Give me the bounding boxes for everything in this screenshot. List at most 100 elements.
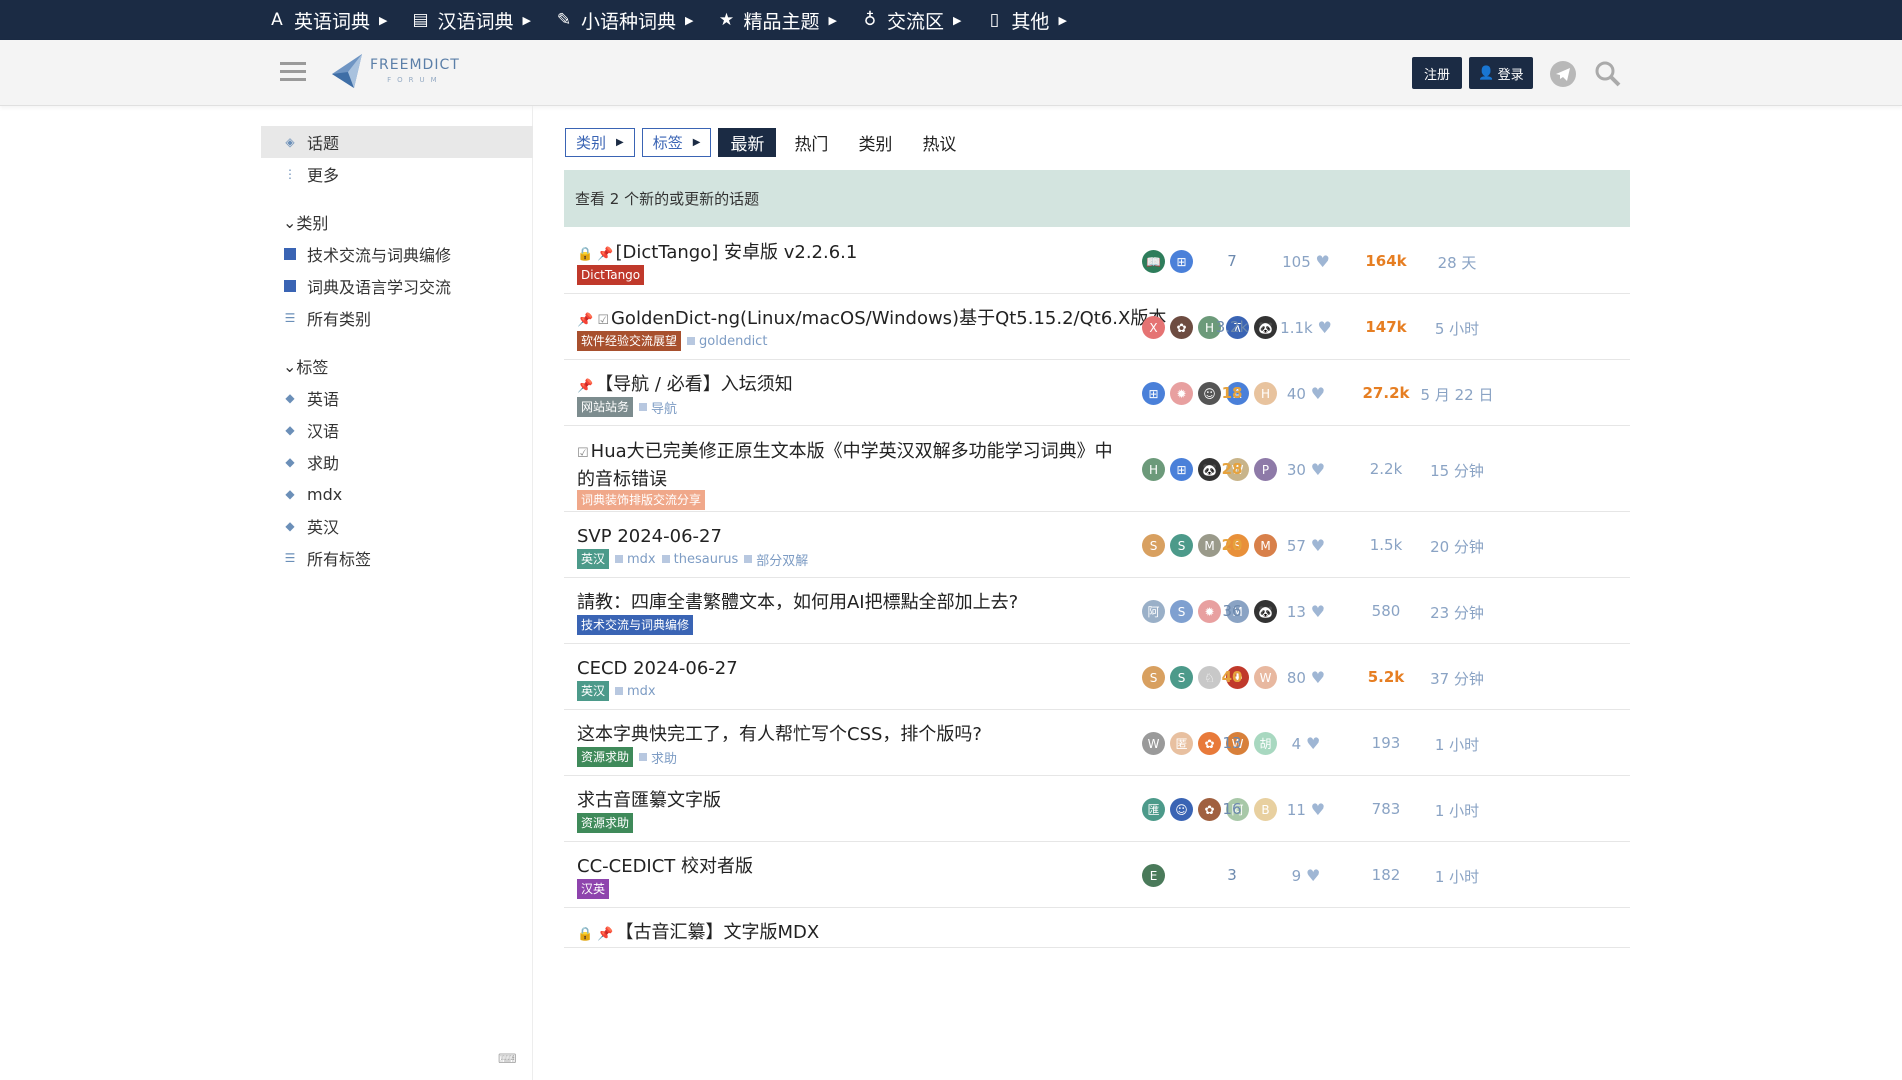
topic-title[interactable]: CC-CEDICT 校对者版 <box>577 854 753 880</box>
activity-time[interactable]: 5 月 22 日 <box>1407 384 1507 405</box>
category-badge[interactable]: 英汉 <box>577 681 610 701</box>
login-button[interactable]: 👤 登录 <box>1469 57 1533 89</box>
caret-right-icon: ▶ <box>952 13 962 27</box>
topic-title[interactable]: SVP 2024-06-27 <box>577 524 722 550</box>
new-topics-banner[interactable]: 查看 2 个新的或更新的话题 <box>564 170 1630 227</box>
tab-latest[interactable]: 最新 <box>718 127 777 157</box>
topic-tag[interactable]: 部分双解 <box>744 550 808 569</box>
topic-title[interactable]: 🔒 📌 【古音汇纂】文字版MDX <box>577 920 819 948</box>
avatar[interactable]: S <box>1142 534 1165 557</box>
activity-time[interactable]: 1 小时 <box>1407 734 1507 755</box>
keyboard-shortcuts-icon[interactable]: ⌨ <box>498 1052 517 1067</box>
tab-categories[interactable]: 类别 <box>846 128 904 157</box>
avatar[interactable]: ⊞ <box>1142 382 1165 405</box>
top-nav-item[interactable]: ♁ 交流区 ▶ <box>861 7 962 34</box>
sidebar-item-all-tags[interactable]: ☰ 所有标签 <box>261 542 533 574</box>
avatar[interactable]: W <box>1142 732 1165 755</box>
hamburger-menu-icon[interactable] <box>280 62 306 84</box>
topic-row[interactable]: SVP 2024-06-27 英汉 mdx thesaurus 部分双解 S S M S M 20 5… <box>564 512 1630 578</box>
category-badge[interactable]: 汉英 <box>577 879 610 899</box>
sidebar-item-tag[interactable]: ◆ 求助 <box>261 446 533 478</box>
avatar[interactable]: 阿 <box>1142 600 1165 623</box>
tag-icon: ◆ <box>285 391 295 405</box>
heart-icon: ♥ <box>1310 536 1326 555</box>
tab-hot[interactable]: 热门 <box>782 128 840 157</box>
category-badge[interactable]: DictTango <box>577 265 645 285</box>
top-nav-item[interactable]: ▯ 其他 ▶ <box>985 7 1067 34</box>
activity-time[interactable]: 5 小时 <box>1407 318 1507 339</box>
sidebar-item-category[interactable]: 词典及语言学习交流 <box>261 270 533 302</box>
topic-title[interactable]: 請教：四庫全書繁體文本，如何用AI把標點全部加上去? <box>577 590 1018 616</box>
tab-top[interactable]: 热议 <box>910 128 968 157</box>
telegram-icon[interactable] <box>1548 59 1578 89</box>
activity-time[interactable]: 20 分钟 <box>1407 536 1507 557</box>
sidebar-item-more[interactable]: ⋮ 更多 <box>261 158 533 190</box>
topic-tag[interactable]: mdx <box>615 552 656 567</box>
sidebar-item-tag[interactable]: ◆ mdx <box>261 478 533 510</box>
topic-title[interactable]: 📌 ☑ GoldenDict-ng(Linux/macOS/Windows)基于Q… <box>577 306 1166 334</box>
sidebar-item-tag[interactable]: ◆ 英语 <box>261 382 533 414</box>
topic-row[interactable]: 📌 【导航 / 必看】入坛须知 网站站务 导航 ⊞ ✹ ☺ A H 18 40 ♥ 27.2k 5 月 … <box>564 360 1630 426</box>
category-badge[interactable]: 英汉 <box>577 549 610 569</box>
topic-tag-label: goldendict <box>699 333 768 349</box>
topic-row[interactable]: 📌 ☑ GoldenDict-ng(Linux/macOS/Windows)基于Q… <box>564 294 1630 360</box>
category-badge[interactable]: 资源求助 <box>577 747 634 767</box>
avatar[interactable]: 匯 <box>1142 798 1165 821</box>
topic-tag[interactable]: 求助 <box>639 748 677 767</box>
sidebar-item-all-categories[interactable]: ☰ 所有类别 <box>261 302 533 334</box>
topic-tag[interactable]: goldendict <box>687 334 767 349</box>
category-badge[interactable]: 网站站务 <box>577 397 634 417</box>
topic-title[interactable]: CECD 2024-06-27 <box>577 656 738 682</box>
topic-tag[interactable]: 导航 <box>639 398 677 417</box>
user-icon: 👤 <box>1478 65 1495 81</box>
avatar[interactable]: X <box>1142 316 1165 339</box>
category-badge[interactable]: 软件经验交流展望 <box>577 331 682 351</box>
sidebar-item-tag[interactable]: ◆ 英汉 <box>261 510 533 542</box>
tags-dropdown[interactable]: 标签 ▶ <box>641 127 712 157</box>
sidebar-item-tag[interactable]: ◆ 汉语 <box>261 414 533 446</box>
topic-title-text: CECD 2024-06-27 <box>577 658 738 679</box>
topic-title[interactable]: 这本字典快完工了，有人帮忙写个CSS，排个版吗? <box>577 722 982 748</box>
sidebar-tags-header[interactable]: ⌄ 标签 <box>261 350 533 382</box>
topic-title[interactable]: 🔒 📌 [DictTango] 安卓版 v2.2.6.1 <box>577 240 857 268</box>
topic-row[interactable]: 🔒 📌 【古音汇纂】文字版MDX <box>564 908 1630 948</box>
activity-time[interactable]: 1 小时 <box>1407 866 1507 887</box>
category-badge[interactable]: 资源求助 <box>577 813 634 833</box>
topic-tag[interactable]: mdx <box>615 684 656 699</box>
letter-a-icon: A <box>271 10 283 30</box>
top-nav-item[interactable]: ★ 精品主题 ▶ <box>717 7 837 34</box>
activity-time[interactable]: 15 分钟 <box>1407 460 1507 481</box>
categories-dropdown[interactable]: 类别 ▶ <box>565 127 635 157</box>
sidebar-item-topics[interactable]: ◈ 话题 <box>261 126 533 158</box>
topic-row[interactable]: 🔒 📌 [DictTango] 安卓版 v2.2.6.1 DictTango 📖 ⊞ 7 1… <box>564 228 1630 294</box>
register-button[interactable]: 注册 <box>1412 57 1462 89</box>
category-badge[interactable]: 技术交流与词典编修 <box>577 615 694 635</box>
topic-row[interactable]: 这本字典快完工了，有人帮忙写个CSS，排个版吗? 资源求助 求助 W 匿 ✿ W 胡 13 4 ♥… <box>564 710 1630 776</box>
top-nav-item[interactable]: ▤ 汉语词典 ▶ <box>411 7 531 34</box>
activity-time[interactable]: 28 天 <box>1407 252 1507 273</box>
top-nav-item[interactable]: A 英语词典 ▶ <box>268 7 387 34</box>
activity-time[interactable]: 1 小时 <box>1407 800 1507 821</box>
avatar[interactable]: S <box>1142 666 1165 689</box>
topic-row[interactable]: 請教：四庫全書繁體文本，如何用AI把標點全部加上去? 技术交流与词典编修阿 S ✹ M 🐼… <box>564 578 1630 644</box>
topic-row[interactable]: ☑ Hua大已完美修正原生文本版《中学英汉双解多功能学习词典》中 的音标错误 词典装饰… <box>564 426 1630 512</box>
topic-row[interactable]: CC-CEDICT 校对者版 汉英 E 3 9 ♥ 182 1 小时 <box>564 842 1630 908</box>
search-icon[interactable] <box>1593 59 1623 89</box>
activity-time[interactable]: 23 分钟 <box>1407 602 1507 623</box>
sidebar-item-category[interactable]: 技术交流与词典编修 <box>261 238 533 270</box>
sidebar-categories-header[interactable]: ⌄ 类别 <box>261 206 533 238</box>
topic-title[interactable]: 求古音匯纂文字版 <box>577 788 721 814</box>
avatar[interactable]: H <box>1142 458 1165 481</box>
heart-icon: ♥ <box>1310 668 1326 687</box>
topic-row[interactable]: CECD 2024-06-27 英汉 mdx S S ♘ ✚ W 40 80 ♥ 5.2k 37 分钟 <box>564 644 1630 710</box>
topic-tag[interactable]: thesaurus <box>661 552 738 567</box>
top-nav-item[interactable]: ✎ 小语种词典 ▶ <box>555 7 694 34</box>
topic-title[interactable]: 📌 【导航 / 必看】入坛须知 <box>577 372 793 400</box>
avatar[interactable]: 📖 <box>1142 250 1165 273</box>
category-badge[interactable]: 词典装饰排版交流分享 <box>577 490 706 510</box>
avatar[interactable]: E <box>1142 864 1165 887</box>
site-logo[interactable]: FREEMDICT FORUM <box>330 52 460 90</box>
topic-title[interactable]: ☑ Hua大已完美修正原生文本版《中学英汉双解多功能学习词典》中 的音标错误 <box>577 439 1113 493</box>
topic-row[interactable]: 求古音匯纂文字版 资源求助匯 ☺ ✿ 阿 B 16 11 ♥ 783 1 小时 <box>564 776 1630 842</box>
activity-time[interactable]: 37 分钟 <box>1407 668 1507 689</box>
